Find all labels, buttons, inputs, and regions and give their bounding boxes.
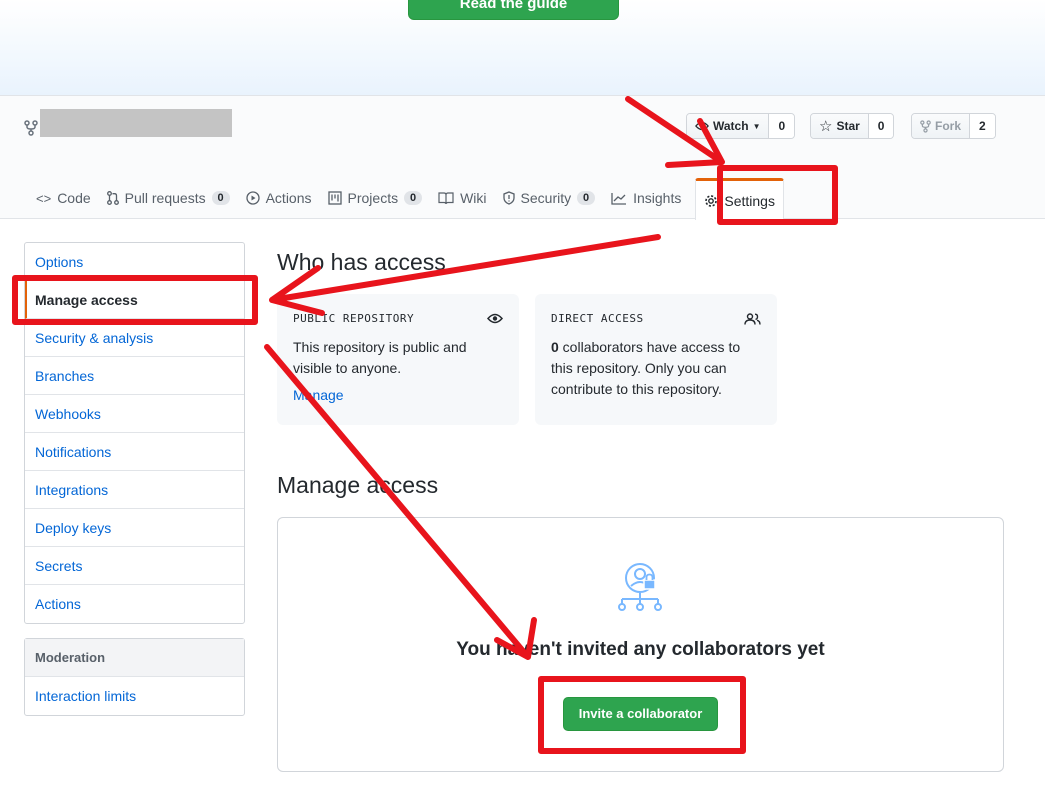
direct-access-card: DIRECT ACCESS 0 collaborators have acces… bbox=[535, 294, 777, 425]
code-icon: <> bbox=[36, 190, 52, 206]
direct-access-text: collaborators have access to bbox=[558, 339, 741, 355]
tab-label: Security bbox=[520, 190, 572, 206]
graph-icon bbox=[611, 192, 627, 205]
tab-label: Insights bbox=[633, 190, 682, 206]
tab-label: Code bbox=[57, 190, 91, 206]
public-repository-card: PUBLIC REPOSITORY This repository is pub… bbox=[277, 294, 519, 425]
star-button[interactable]: ☆ Star bbox=[811, 114, 869, 138]
repo-nav-tabs: <> Code Pull requests 0 Actions Projects… bbox=[28, 178, 784, 220]
sidebar-item-notifications[interactable]: Notifications bbox=[25, 433, 244, 471]
fork-label: Fork bbox=[935, 119, 962, 133]
public-repository-caption: PUBLIC REPOSITORY bbox=[293, 312, 415, 325]
tab-label: Wiki bbox=[460, 190, 487, 206]
sidebar-item-integrations[interactable]: Integrations bbox=[25, 471, 244, 509]
manage-visibility-link[interactable]: Manage bbox=[293, 387, 503, 403]
sidebar-item-branches[interactable]: Branches bbox=[25, 357, 244, 395]
collaborator-count: 0 bbox=[551, 339, 559, 355]
direct-access-line-2: this repository. Only you can bbox=[551, 360, 727, 376]
play-icon bbox=[245, 191, 260, 205]
fork-count[interactable]: 2 bbox=[970, 114, 995, 138]
direct-access-caption: DIRECT ACCESS bbox=[551, 312, 644, 325]
fork-button[interactable]: Fork bbox=[912, 114, 971, 138]
read-guide-button[interactable]: Read the guide bbox=[408, 0, 619, 20]
no-collaborators-message: You haven't invited any collaborators ye… bbox=[456, 639, 825, 660]
moderation-sidebar: Moderation Interaction limits bbox=[24, 638, 245, 716]
star-count[interactable]: 0 bbox=[868, 114, 894, 138]
tab-label: Settings bbox=[724, 192, 775, 209]
sidebar-item-manage-access[interactable]: Manage access bbox=[25, 281, 244, 319]
project-icon bbox=[327, 191, 342, 205]
sidebar-item-secrets[interactable]: Secrets bbox=[25, 547, 244, 585]
people-icon bbox=[744, 312, 761, 325]
fork-icon bbox=[920, 119, 931, 133]
repo-name-redacted bbox=[40, 109, 232, 137]
book-icon bbox=[438, 191, 454, 204]
tab-label: Pull requests bbox=[124, 190, 206, 206]
tab-settings[interactable]: Settings bbox=[695, 178, 784, 220]
manage-access-title: Manage access bbox=[277, 472, 439, 498]
collaborators-lock-icon bbox=[618, 563, 662, 611]
manage-access-box: You haven't invited any collaborators ye… bbox=[277, 517, 1004, 772]
pull-request-icon bbox=[106, 191, 119, 205]
invite-collaborator-button[interactable]: Invite a collaborator bbox=[563, 697, 718, 731]
tab-projects[interactable]: Projects 0 bbox=[320, 178, 431, 218]
tab-insights[interactable]: Insights bbox=[603, 178, 689, 218]
tab-code[interactable]: <> Code bbox=[28, 178, 99, 218]
repo-fork-icon bbox=[24, 120, 38, 136]
watch-count[interactable]: 0 bbox=[769, 114, 795, 138]
sidebar-item-actions[interactable]: Actions bbox=[25, 585, 244, 623]
who-has-access-title: Who has access bbox=[277, 249, 446, 275]
sidebar-item-security-analysis[interactable]: Security & analysis bbox=[25, 319, 244, 357]
tab-label: Projects bbox=[347, 190, 399, 206]
chevron-down-icon: ▼ bbox=[752, 121, 761, 131]
settings-sidebar: Options Manage access Security & analysi… bbox=[24, 242, 245, 624]
gear-icon bbox=[705, 194, 718, 207]
eye-icon bbox=[487, 313, 503, 324]
moderation-header: Moderation bbox=[25, 639, 244, 677]
watch-label: Watch bbox=[713, 119, 749, 133]
watch-button[interactable]: Watch ▼ bbox=[687, 114, 770, 138]
fork-button-group[interactable]: Fork 2 bbox=[911, 113, 996, 139]
tab-wiki[interactable]: Wiki bbox=[430, 178, 494, 218]
sidebar-item-options[interactable]: Options bbox=[25, 243, 244, 281]
tab-label: Actions bbox=[265, 190, 312, 206]
pull-requests-counter: 0 bbox=[211, 191, 230, 205]
public-description-line-2: visible to anyone. bbox=[293, 360, 402, 376]
star-label: Star bbox=[836, 119, 860, 133]
sidebar-item-webhooks[interactable]: Webhooks bbox=[25, 395, 244, 433]
security-counter: 0 bbox=[577, 191, 596, 205]
sidebar-item-interaction-limits[interactable]: Interaction limits bbox=[25, 677, 244, 715]
tab-security[interactable]: Security 0 bbox=[495, 178, 604, 218]
projects-counter: 0 bbox=[404, 191, 423, 205]
star-button-group[interactable]: ☆ Star 0 bbox=[810, 113, 895, 139]
shield-icon bbox=[502, 191, 515, 205]
eye-icon bbox=[695, 121, 709, 131]
star-icon: ☆ bbox=[819, 118, 833, 135]
sidebar-item-deploy-keys[interactable]: Deploy keys bbox=[25, 509, 244, 547]
watch-button-group[interactable]: Watch ▼ 0 bbox=[686, 113, 796, 139]
top-banner: Read the guide bbox=[0, 0, 1045, 96]
tab-pull-requests[interactable]: Pull requests 0 bbox=[99, 178, 238, 218]
direct-access-line-3: contribute to this repository. bbox=[551, 381, 722, 397]
public-description-line-1: This repository is public and bbox=[293, 339, 467, 355]
tab-actions[interactable]: Actions bbox=[238, 178, 320, 218]
direct-access-line-1: 0 collaborators have access to bbox=[551, 337, 761, 358]
